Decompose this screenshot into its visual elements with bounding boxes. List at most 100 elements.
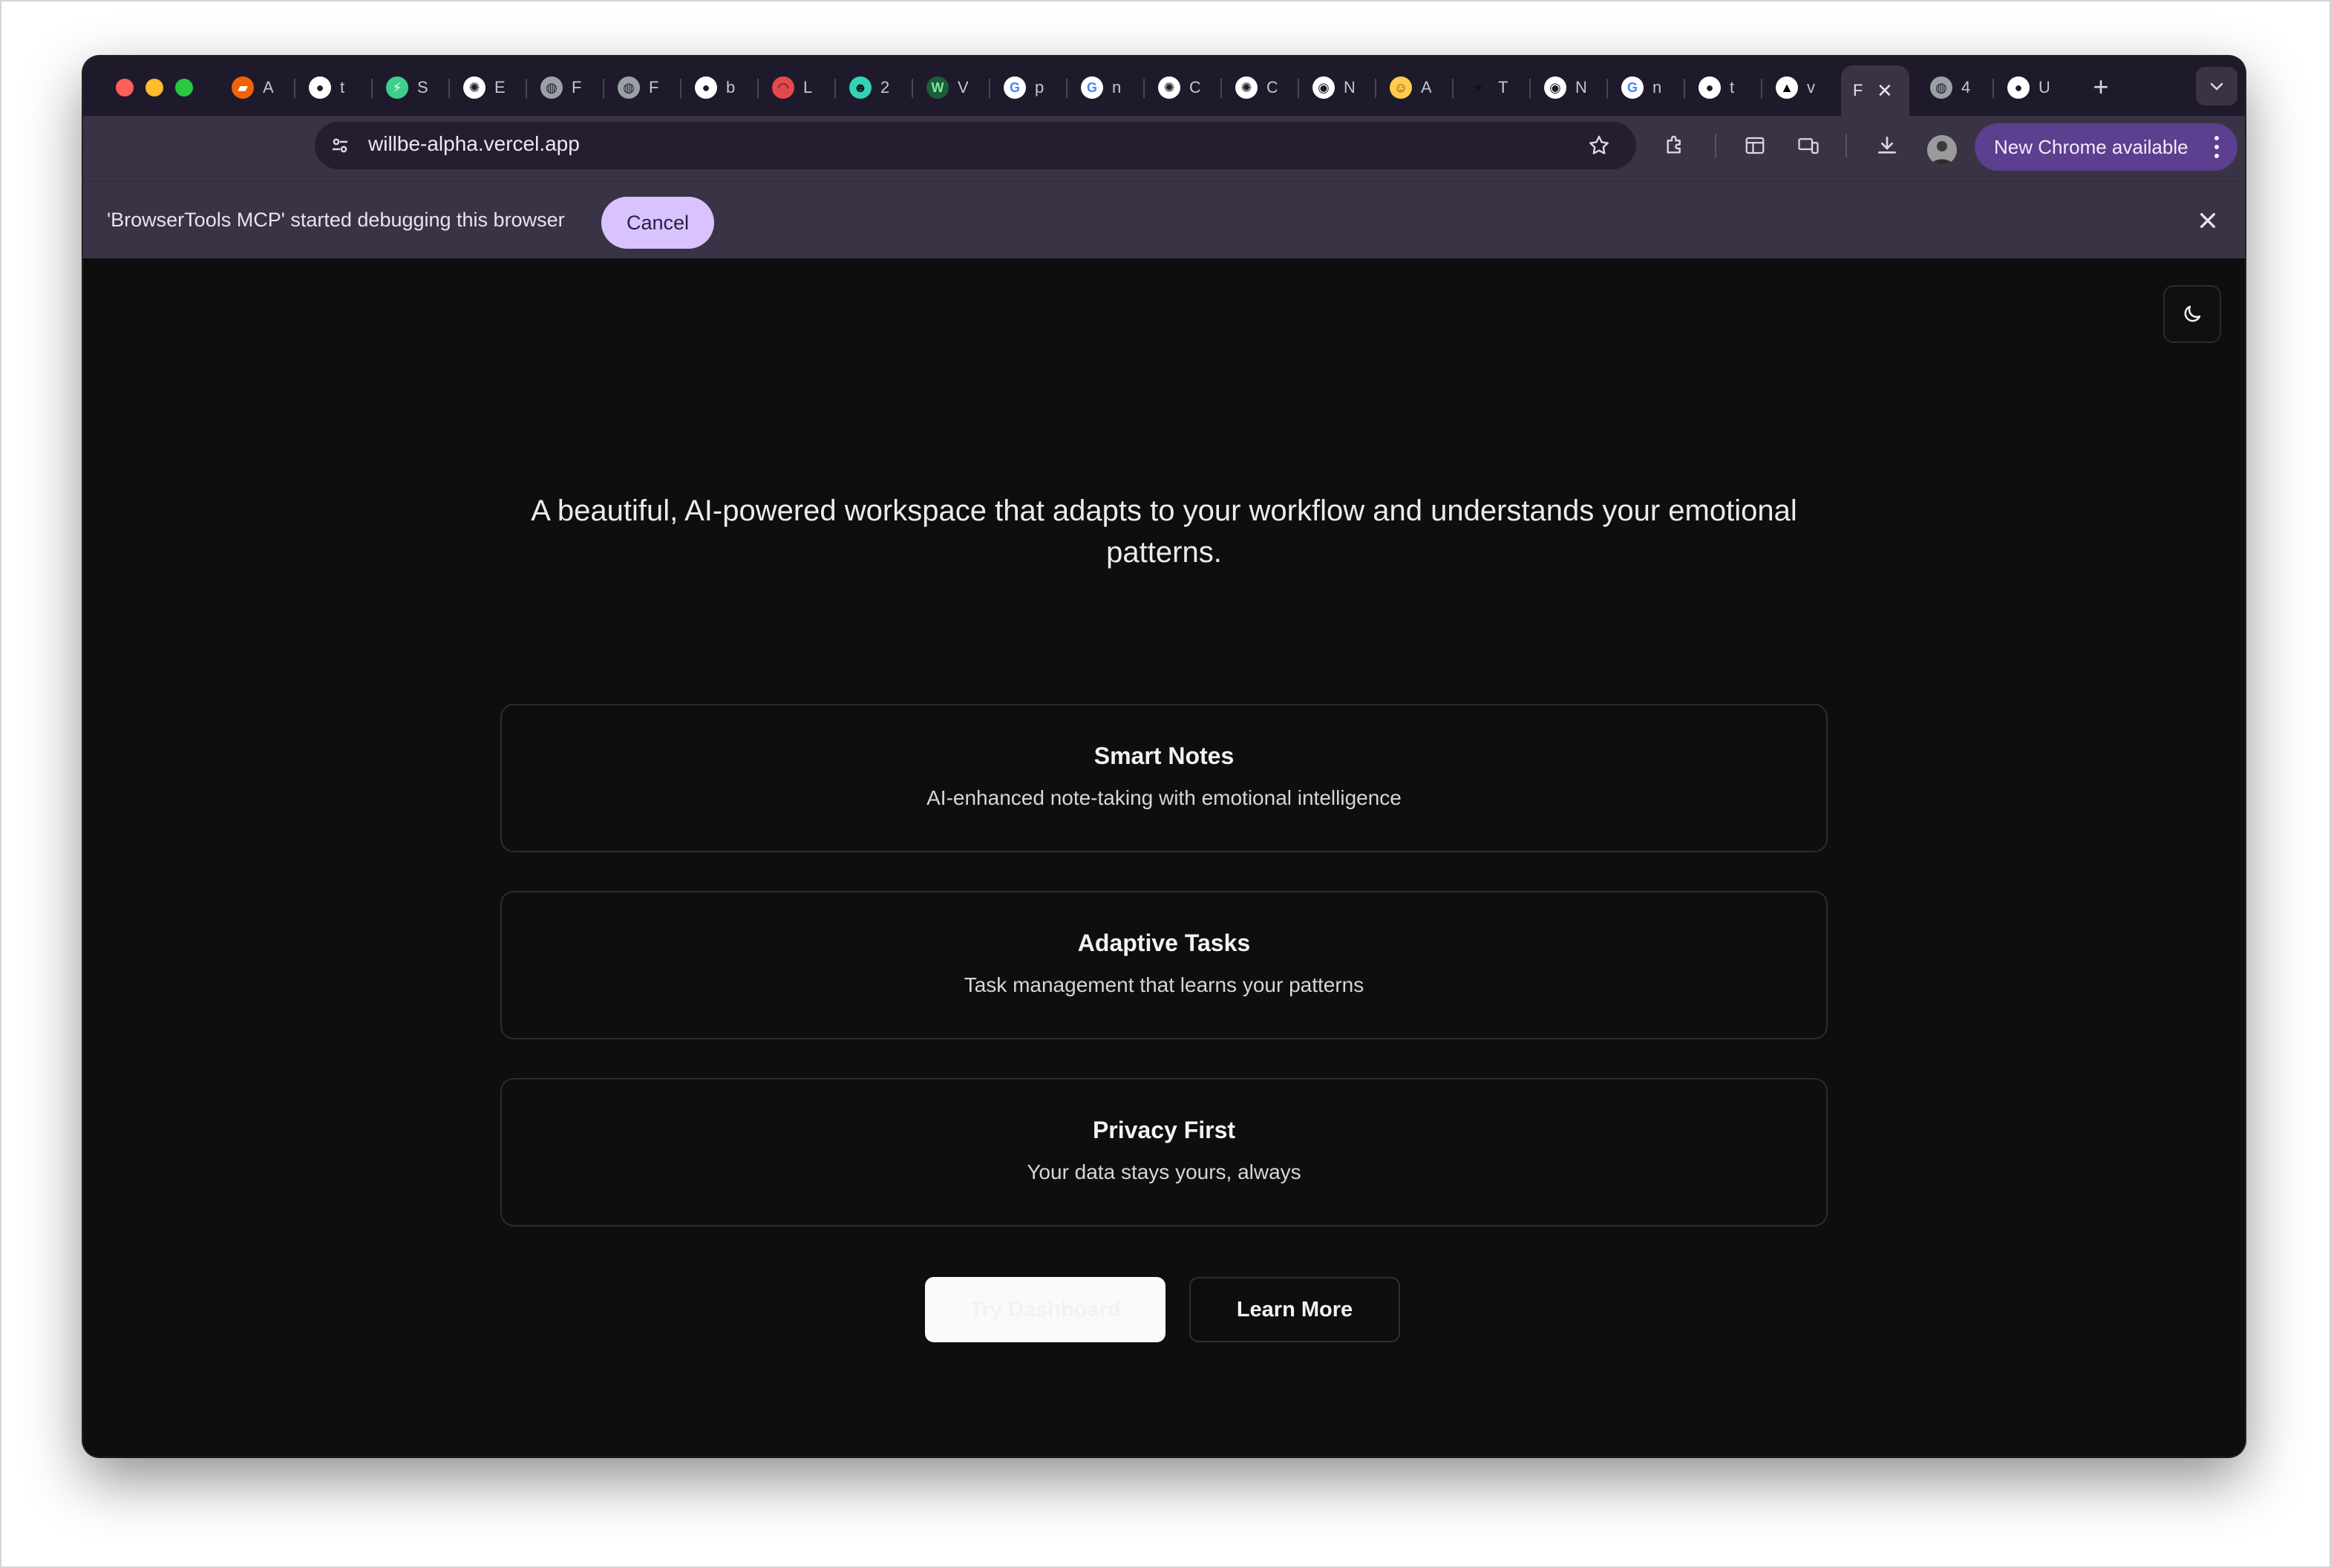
tab-title: U	[2039, 78, 2049, 97]
tab-title: L	[803, 78, 813, 97]
kebab-menu-icon[interactable]	[2214, 134, 2220, 166]
tab-title: C	[1189, 78, 1200, 97]
tab-divider	[680, 79, 681, 98]
theme-toggle-button[interactable]	[2163, 285, 2221, 343]
tab-divider	[1143, 79, 1145, 98]
close-tab-icon[interactable]: ✕	[1877, 79, 1893, 102]
browser-tab[interactable]: ☻ 2	[837, 71, 912, 104]
tab-title: N	[1575, 78, 1586, 97]
update-chrome-label: New Chrome available	[1994, 135, 2188, 158]
cancel-debugging-button[interactable]: Cancel	[601, 197, 714, 249]
wix-icon: W	[926, 76, 949, 99]
globe-icon: ◍	[618, 76, 640, 99]
browser-tab[interactable]: ⚡ S	[374, 71, 448, 104]
url-text[interactable]: willbe-alpha.vercel.app	[368, 132, 580, 156]
replit-icon: ▰	[232, 76, 254, 99]
browser-tab[interactable]: ✺ E	[451, 71, 526, 104]
browser-tab[interactable]: ● t	[1687, 71, 1761, 104]
chrome-icon: ◉	[1544, 76, 1566, 99]
tab-title: E	[494, 78, 505, 97]
tab-search-button[interactable]	[2196, 67, 2237, 105]
tab-title: V	[958, 78, 968, 97]
browser-tab[interactable]: ◠ L	[760, 71, 834, 104]
browser-tab[interactable]: ● b	[683, 71, 757, 104]
browser-tab[interactable]: ◍ F	[606, 71, 680, 104]
tab-divider	[1761, 79, 1762, 98]
toolbar-divider	[1715, 134, 1716, 157]
close-window-button[interactable]	[116, 79, 134, 97]
puzzle-icon	[1667, 135, 1681, 154]
browser-tab[interactable]: ✺ C	[1223, 71, 1298, 104]
tab-divider	[1298, 79, 1299, 98]
tab-divider	[603, 79, 604, 98]
tab-divider	[526, 79, 527, 98]
try-dashboard-button[interactable]: Try Dashboard	[925, 1277, 1166, 1342]
new-tab-button[interactable]: +	[2085, 71, 2117, 104]
tab-title: b	[726, 78, 736, 97]
browser-tab[interactable]: ★ T	[1455, 71, 1529, 104]
site-info-button[interactable]	[325, 131, 355, 160]
browser-tab[interactable]: Gn	[1069, 71, 1143, 104]
google-icon: G	[1621, 76, 1644, 99]
maximize-window-button[interactable]	[175, 79, 193, 97]
tab-divider	[371, 79, 373, 98]
tab-title: 2	[880, 78, 890, 97]
chrome-icon: ◉	[1312, 76, 1335, 99]
globe-icon: ◍	[540, 76, 563, 99]
browser-tab[interactable]: ● t	[297, 71, 371, 104]
hero-tagline: A beautiful, AI-powered workspace that a…	[531, 494, 1797, 569]
close-icon	[2200, 213, 2215, 228]
bookmark-button[interactable]	[1584, 131, 1614, 160]
tab-title: p	[1035, 78, 1044, 97]
browser-tab[interactable]: WV	[915, 71, 989, 104]
tab-title: 4	[1961, 78, 1971, 97]
side-panel-button[interactable]	[1740, 131, 1770, 160]
tab-title: A	[263, 78, 273, 97]
page-content: A beautiful, AI-powered workspace that a…	[83, 258, 2245, 1457]
github-icon: ●	[695, 76, 717, 99]
profile-avatar[interactable]	[1927, 135, 1957, 165]
minimize-window-button[interactable]	[146, 79, 163, 97]
tab-divider	[1066, 79, 1068, 98]
browser-tab[interactable]: Gp	[992, 71, 1066, 104]
tab-divider	[294, 79, 295, 98]
browser-tab[interactable]: Gn	[1609, 71, 1684, 104]
tab-title: S	[417, 78, 428, 97]
person-icon	[1927, 135, 1957, 165]
tab-title: A	[1421, 78, 1431, 97]
tab-title: F	[649, 78, 659, 97]
tab-divider	[448, 79, 450, 98]
moon-icon	[2184, 305, 2201, 322]
browser-tab[interactable]: ▰ A	[220, 71, 294, 104]
browser-tab[interactable]: ◍ F	[529, 71, 603, 104]
google-icon: G	[1004, 76, 1026, 99]
update-chrome-button[interactable]: New Chrome available	[1975, 123, 2237, 171]
spiral-icon: ◠	[772, 76, 794, 99]
infobar-close-button[interactable]	[2193, 206, 2223, 235]
tab-divider	[834, 79, 836, 98]
feature-card-adaptive-tasks: Adaptive Tasks Task management that lear…	[500, 891, 1828, 1039]
browser-tab[interactable]: ◉ N	[1301, 71, 1375, 104]
browser-tab[interactable]: ☺ A	[1378, 71, 1452, 104]
browser-tab[interactable]: ◉ N	[1532, 71, 1606, 104]
browser-tab[interactable]: F ✕	[1841, 65, 1909, 116]
learn-more-button[interactable]: Learn More	[1189, 1277, 1400, 1342]
tab-title: N	[1344, 78, 1354, 97]
toolbar-divider	[1845, 134, 1847, 157]
browser-tab[interactable]: ● U	[1995, 71, 2070, 104]
openai-icon: ✺	[463, 76, 486, 99]
tab-title: n	[1112, 78, 1122, 97]
tab-strip: ▰ A ● t ⚡ S ✺ E ◍ F ◍ F ● b ◠ L ☻ 2 W V Gp Gn ✺ C ✺ C ◉ N ☺ A ★ T ◉ N Gn ● t…	[83, 56, 2245, 116]
downloads-button[interactable]	[1872, 131, 1902, 160]
feature-card-title: Adaptive Tasks	[1077, 930, 1251, 956]
tab-title: t	[1730, 78, 1735, 97]
browser-tab[interactable]: ▲ v	[1764, 71, 1838, 104]
side-panel-icon	[1745, 137, 1765, 154]
browser-tab[interactable]: ◍ 4	[1918, 71, 1992, 104]
tab-title: C	[1266, 78, 1277, 97]
star-outline-icon	[1589, 135, 1609, 154]
extensions-button[interactable]	[1660, 131, 1690, 160]
browser-tab[interactable]: ✺ C	[1146, 71, 1220, 104]
devices-button[interactable]	[1794, 131, 1823, 160]
tab-title: v	[1807, 78, 1815, 97]
